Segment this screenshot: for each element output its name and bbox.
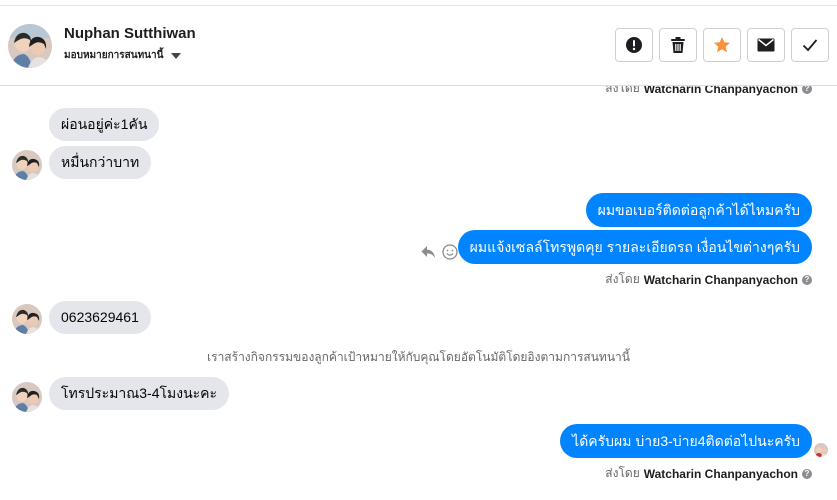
incoming-message[interactable]: 0623629461 [49,301,151,334]
delete-button[interactable] [659,28,697,62]
message-tools [421,244,458,265]
reply-icon[interactable] [421,245,436,264]
contact-avatar-small [12,150,42,180]
contact-avatar-small [12,382,42,412]
smiley-icon[interactable] [442,244,458,265]
assign-conversation-dropdown[interactable]: มอบหมายการสนทนานี้ [64,48,182,63]
contact-name: Nuphan Sutthiwan [64,25,196,42]
incoming-message[interactable]: โทรประมาณ3-4โมงนะคะ [49,377,230,410]
agent-name: Watcharin Chanpanyachon [643,466,798,481]
read-receipt-avatar [814,443,828,457]
header-actions [615,28,829,62]
incoming-message[interactable]: หมื่นกว่าบาท [49,146,152,179]
sent-by-prefix: ส่งโดย [605,466,640,480]
info-icon[interactable]: ? [802,274,812,285]
agent-name: Watcharin Chanpanyachon [643,272,798,287]
assign-label: มอบหมายการสนทนานี้ [64,50,164,61]
sent-by-line: ส่งโดย Watcharin Chanpanyachon ? [605,464,812,483]
unread-button[interactable] [747,28,785,62]
agent-name: Watcharin Chanpanyachon [643,86,798,96]
incoming-message[interactable]: ผ่อนอยู่ค่ะ1คัน [49,108,160,141]
sent-by-prefix: ส่งโดย [605,86,640,95]
trash-icon [670,36,686,54]
done-button[interactable] [791,28,829,62]
spam-button[interactable] [615,28,653,62]
info-icon[interactable]: ? [802,86,812,94]
outgoing-message[interactable]: ผมขอเบอร์ติดต่อลูกค้าได้ไหมครับ [585,193,812,227]
message-thread[interactable]: ส่งโดย Watcharin Chanpanyachon ? ผ่อนอยู… [0,86,837,500]
envelope-icon [757,38,775,52]
outgoing-message[interactable]: ได้ครับผม บ่าย3-บ่าย4ติดต่อไปนะครับ [560,424,812,458]
star-button[interactable] [703,28,741,62]
alert-icon [625,36,643,54]
sent-by-line: ส่งโดย Watcharin Chanpanyachon ? [605,270,812,289]
sent-by-line: ส่งโดย Watcharin Chanpanyachon ? [605,86,812,98]
info-icon[interactable]: ? [802,468,812,479]
contact-avatar[interactable] [8,24,52,68]
star-icon [713,36,731,54]
outgoing-message[interactable]: ผมแจ้งเซลล์โทรพูดคุย รายละเอียดรถ เงื่อน… [457,230,812,264]
contact-avatar-small [12,304,42,334]
caret-down-icon [171,52,182,59]
sent-by-prefix: ส่งโดย [605,272,640,286]
check-icon [802,38,818,52]
system-note: เราสร้างกิจกรรมของลูกค้าเป้าหมายให้กับคุ… [207,350,630,364]
conversation-header: Nuphan Sutthiwan มอบหมายการสนทนานี้ [0,6,837,86]
